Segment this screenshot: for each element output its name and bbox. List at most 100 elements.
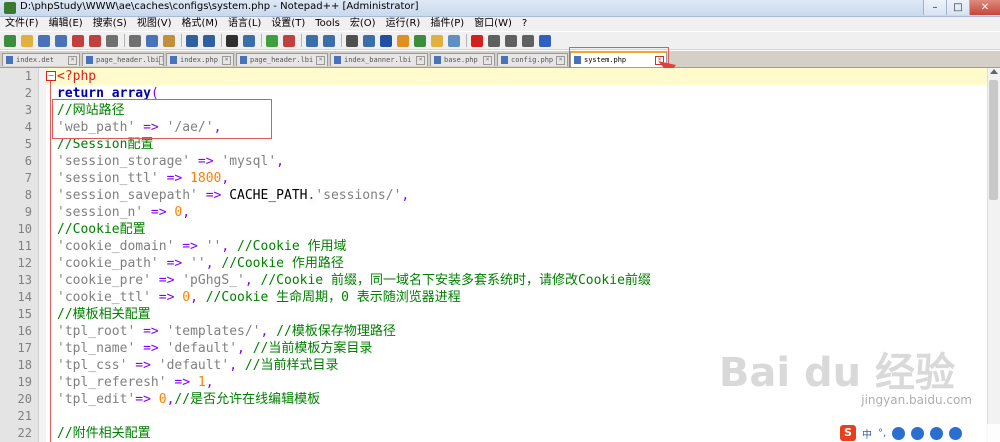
new-file-icon[interactable] bbox=[4, 34, 16, 47]
code-line[interactable]: 'tpl_name' => 'default', //当前模板方案目录 bbox=[57, 340, 372, 357]
line-number: 6 bbox=[24, 154, 32, 168]
word-wrap-icon[interactable] bbox=[346, 34, 358, 47]
undo-icon[interactable] bbox=[186, 34, 198, 47]
code-line[interactable]: 'cookie_ttl' => 0, //Cookie 生命周期，0 表示随浏览… bbox=[57, 289, 461, 306]
menu-item[interactable]: 运行(R) bbox=[381, 17, 426, 31]
ime-voice-icon[interactable] bbox=[911, 426, 925, 440]
scrollbar-thumb[interactable] bbox=[989, 80, 998, 200]
save-macro-icon[interactable] bbox=[539, 34, 551, 47]
code-line[interactable]: 'cookie_path' => '', //Cookie 作用路径 bbox=[57, 255, 344, 272]
tab-close-icon[interactable]: × bbox=[483, 55, 492, 65]
monitor-icon[interactable] bbox=[448, 34, 460, 47]
line-number: 21 bbox=[17, 409, 32, 423]
show-all-icon[interactable] bbox=[363, 34, 375, 47]
code-line[interactable]: 'session_savepath' => CACHE_PATH.'sessio… bbox=[57, 187, 409, 204]
maximize-button[interactable]: □ bbox=[946, 0, 969, 15]
tab-close-icon[interactable]: × bbox=[159, 55, 163, 65]
tab-index-php[interactable]: index.php × bbox=[166, 53, 234, 66]
code-line[interactable]: 'tpl_css' => 'default', //当前样式目录 bbox=[57, 357, 339, 374]
cut-icon[interactable] bbox=[129, 34, 141, 47]
code-line[interactable]: <?php bbox=[57, 68, 96, 85]
tab-page-header-lbi[interactable]: page_header.lbi× bbox=[82, 53, 164, 66]
code-token: 'session_savepath' bbox=[57, 188, 198, 203]
menu-item[interactable]: 设置(T) bbox=[266, 17, 310, 31]
ime-settings-icon[interactable] bbox=[949, 426, 963, 440]
zoom-in-icon[interactable] bbox=[266, 34, 278, 47]
paste-icon[interactable] bbox=[163, 34, 175, 47]
code-line[interactable]: 'cookie_domain' => '', //Cookie 作用域 bbox=[57, 238, 346, 255]
find-icon[interactable] bbox=[226, 34, 238, 47]
code-token: 'session_storage' bbox=[57, 154, 191, 169]
code-line[interactable]: 'tpl_edit'=> 0,//是否允许在线编辑模板 bbox=[57, 391, 320, 408]
watermark-url: jingyan.baidu.com bbox=[861, 393, 972, 407]
copy-icon[interactable] bbox=[146, 34, 158, 47]
scroll-up-arrow-icon[interactable] bbox=[990, 69, 998, 74]
replace-icon[interactable] bbox=[243, 34, 255, 47]
vertical-scrollbar[interactable] bbox=[987, 68, 1000, 442]
sync-h-icon[interactable] bbox=[323, 34, 335, 47]
code-token: => bbox=[158, 171, 191, 186]
ime-punct-label[interactable]: °, bbox=[878, 428, 886, 439]
folder-icon[interactable] bbox=[431, 34, 443, 47]
menu-item[interactable]: 搜索(S) bbox=[88, 17, 132, 31]
ime-mode-label[interactable]: 中 bbox=[862, 426, 872, 441]
close-icon[interactable] bbox=[72, 34, 84, 47]
menu-item[interactable]: 视图(V) bbox=[132, 17, 177, 31]
code-line[interactable]: 'session_ttl' => 1800, bbox=[57, 170, 229, 187]
menu-item[interactable]: 语言(L) bbox=[223, 17, 266, 31]
tab-base-php[interactable]: base.php × bbox=[430, 53, 495, 66]
open-file-icon[interactable] bbox=[21, 34, 33, 47]
code-line[interactable]: 'session_n' => 0, bbox=[57, 204, 190, 221]
lang-icon[interactable] bbox=[397, 34, 409, 47]
zoom-out-icon[interactable] bbox=[283, 34, 295, 47]
minimize-button[interactable]: – bbox=[923, 0, 946, 15]
code-line[interactable]: //附件相关配置 bbox=[57, 425, 151, 442]
print-icon[interactable] bbox=[106, 34, 118, 47]
sync-v-icon[interactable] bbox=[306, 34, 318, 47]
code-line[interactable]: 'tpl_referesh' => 1, bbox=[57, 374, 214, 391]
ime-keyboard-icon[interactable] bbox=[930, 426, 944, 440]
code-line[interactable]: 'session_storage' => 'mysql', bbox=[57, 153, 284, 170]
doc-map-icon[interactable] bbox=[414, 34, 426, 47]
code-token: 'tpl_root' bbox=[57, 324, 136, 339]
tab-close-icon[interactable]: × bbox=[416, 55, 425, 65]
tab-close-icon[interactable]: × bbox=[316, 55, 325, 65]
code-token: 'tpl_name' bbox=[57, 341, 136, 356]
play-icon[interactable] bbox=[505, 34, 517, 47]
menu-item[interactable]: 宏(O) bbox=[345, 17, 381, 31]
stop-icon[interactable] bbox=[488, 34, 500, 47]
code-line[interactable]: //模板相关配置 bbox=[57, 306, 151, 323]
code-line[interactable]: 'cookie_pre' => 'pGhgS_', //Cookie 前缀，同一… bbox=[57, 272, 651, 289]
menu-item[interactable]: Tools bbox=[310, 17, 345, 31]
sogou-ime-icon[interactable]: S bbox=[840, 425, 856, 441]
file-icon bbox=[334, 56, 341, 64]
code-line[interactable]: 'tpl_root' => 'templates/', //模板保存物理路径 bbox=[57, 323, 396, 340]
menu-item[interactable]: 编辑(E) bbox=[44, 17, 88, 31]
menu-item[interactable]: 格式(M) bbox=[177, 17, 223, 31]
record-icon[interactable] bbox=[471, 34, 483, 47]
tab-close-icon[interactable]: × bbox=[68, 55, 77, 65]
document-tab-bar: index.det×page_header.lbi×index.php×page… bbox=[0, 51, 1000, 68]
close-window-button[interactable]: ✕ bbox=[969, 0, 1000, 15]
menu-item[interactable]: 文件(F) bbox=[0, 17, 44, 31]
fold-toggle-icon[interactable]: − bbox=[46, 71, 56, 81]
indent-guide-icon[interactable] bbox=[380, 34, 392, 47]
code-token: 'session_ttl' bbox=[57, 171, 159, 186]
tab-page-header-lbi[interactable]: page_header.lbi× bbox=[236, 53, 328, 66]
menu-item[interactable]: ? bbox=[517, 17, 532, 31]
save-icon[interactable] bbox=[38, 34, 50, 47]
tab-index-det[interactable]: index.det × bbox=[2, 53, 80, 66]
save-all-icon[interactable] bbox=[55, 34, 67, 47]
tab-close-icon[interactable]: × bbox=[556, 55, 565, 65]
menu-item[interactable]: 插件(P) bbox=[425, 17, 469, 31]
tab-label: page_header.lbi bbox=[250, 56, 314, 64]
code-line[interactable]: //Cookie配置 bbox=[57, 221, 146, 238]
tab-config-php[interactable]: config.php × bbox=[497, 53, 568, 66]
close-all-icon[interactable] bbox=[89, 34, 101, 47]
tab-close-icon[interactable]: × bbox=[222, 55, 231, 65]
ime-emoji-icon[interactable] bbox=[892, 426, 906, 440]
menu-item[interactable]: 窗口(W) bbox=[469, 17, 517, 31]
redo-icon[interactable] bbox=[203, 34, 215, 47]
tab-index-banner-lbi[interactable]: index_banner.lbi × bbox=[330, 53, 428, 66]
playmulti-icon[interactable] bbox=[522, 34, 534, 47]
